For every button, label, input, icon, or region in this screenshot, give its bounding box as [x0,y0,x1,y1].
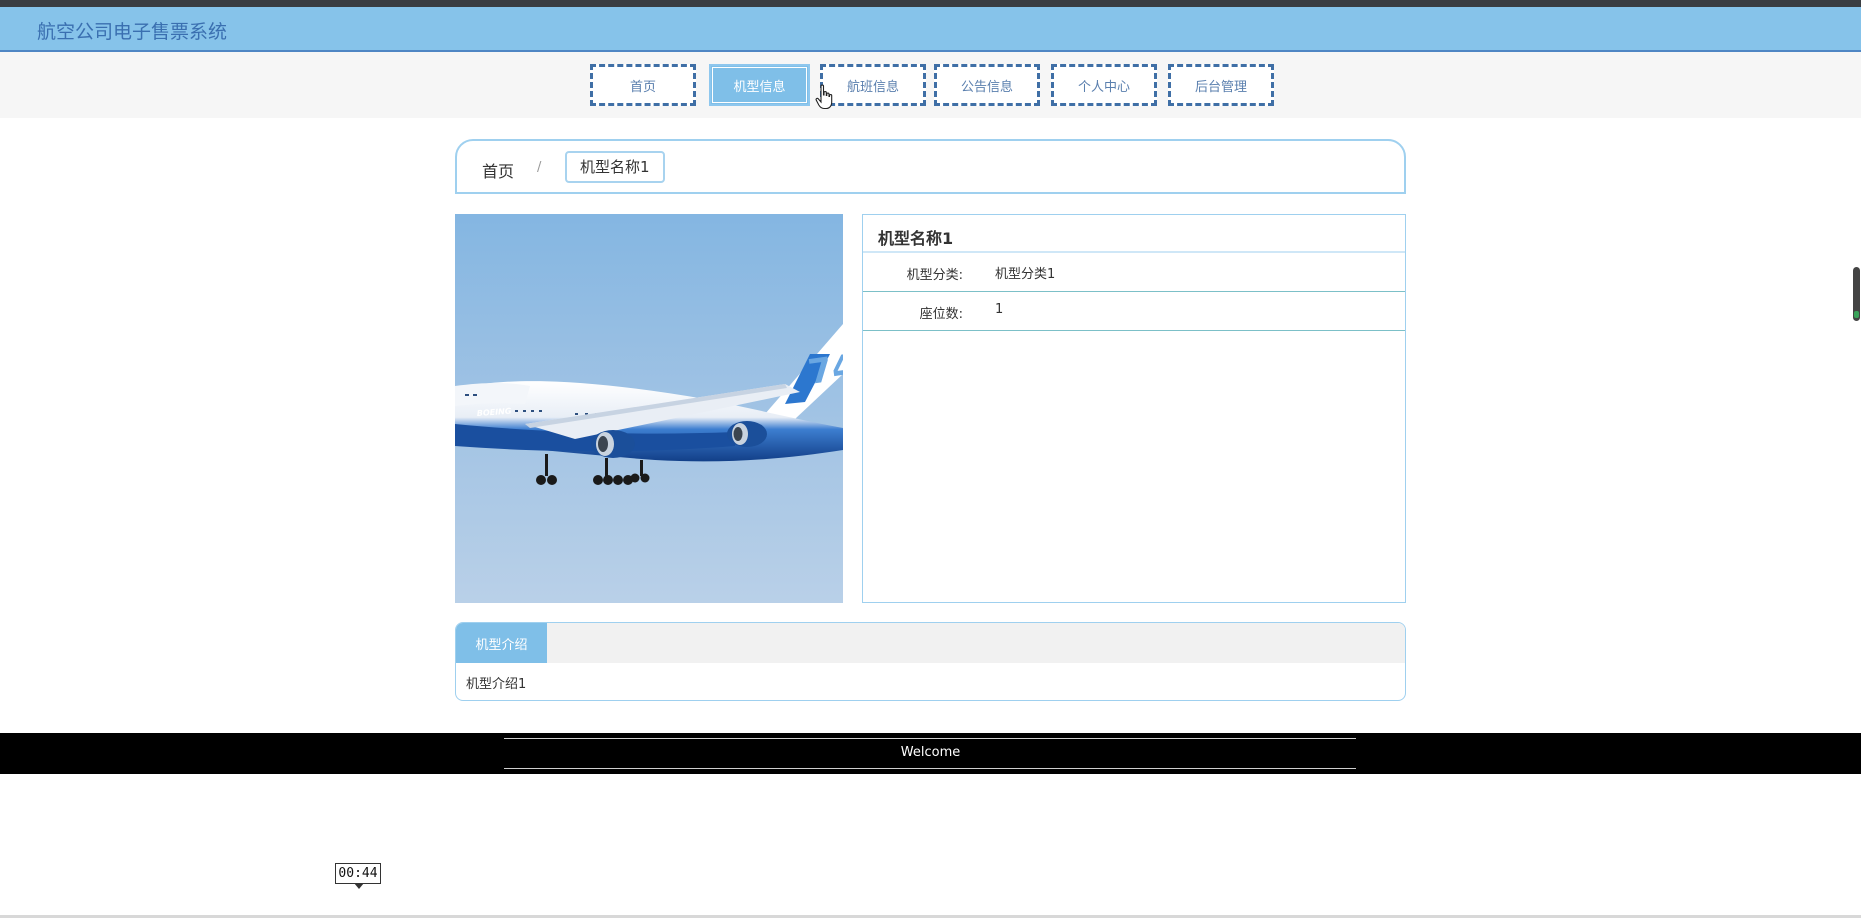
svg-text:74: 74 [806,347,843,393]
main-nav: 首页 机型信息 航班信息 公告信息 个人中心 后台管理 [0,52,1861,118]
aircraft-details-panel: 机型名称1 机型分类: 机型分类1 座位数: 1 [862,214,1406,603]
site-title: 航空公司电子售票系统 [37,21,228,43]
timer-pointer [354,883,364,889]
field-label: 座位数: [919,307,963,322]
window-top-strip [0,0,1861,7]
intro-tabs: 机型介绍 机型介绍1 [455,622,1406,701]
footer-welcome: Welcome [900,745,961,760]
detail-row-seats: 座位数: 1 [863,292,1405,331]
breadcrumb-home-link[interactable]: 首页 [482,158,514,182]
aircraft-name: 机型名称1 [863,215,1405,253]
detail-row-category: 机型分类: 机型分类1 [863,253,1405,292]
aircraft-image: BOEING 74 [455,214,843,603]
nav-home[interactable]: 首页 [590,64,696,106]
field-label: 机型分类: [906,268,963,283]
footer-divider [504,738,1356,739]
breadcrumb-separator: / [537,160,542,175]
field-value: 机型分类1 [995,267,1056,282]
footer-divider [504,768,1356,769]
field-value: 1 [995,302,1004,317]
tab-bar: 机型介绍 [456,623,1405,663]
tab-content: 机型介绍1 [466,677,527,692]
breadcrumb: 首页 / 机型名称1 [455,139,1406,194]
tab-aircraft-intro[interactable]: 机型介绍 [456,623,547,663]
hand-cursor-icon [815,84,833,110]
nav-announcements[interactable]: 公告信息 [934,64,1040,106]
breadcrumb-current: 机型名称1 [565,151,665,183]
scrollbar-indicator [1854,311,1859,318]
site-footer: Welcome [0,733,1861,774]
timer-badge: 00:44 [335,863,381,884]
nav-admin[interactable]: 后台管理 [1168,64,1274,106]
airplane-illustration: BOEING 74 [455,214,843,603]
nav-flight-info[interactable]: 航班信息 [820,64,926,106]
site-header: 航空公司电子售票系统 [0,7,1861,52]
nav-aircraft-info[interactable]: 机型信息 [709,64,810,106]
nav-personal-center[interactable]: 个人中心 [1051,64,1157,106]
